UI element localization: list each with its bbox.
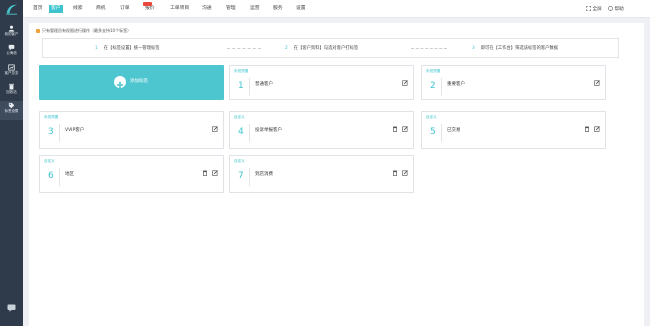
tag-number: 1 <box>238 81 244 91</box>
tag-card: 系统预置 1 普通客户 <box>229 65 414 100</box>
divider <box>249 78 250 96</box>
nav-item-communication[interactable]: 沟通 <box>200 5 214 13</box>
tag-number: 6 <box>48 171 54 181</box>
trash-icon[interactable] <box>392 170 398 176</box>
edit-icon[interactable] <box>402 170 408 176</box>
tag-name: 地区 <box>65 172 74 177</box>
main-content: 只有管理员有权限进行操作（最多支持10个标签） 1 在【标签设置】统一管理标签 2… <box>29 23 644 326</box>
chat-icon <box>8 44 15 51</box>
tag-card: 自定义 4 投诉举报客户 <box>229 111 414 149</box>
tag-type-label: 系统预置 <box>234 69 249 73</box>
tag-number: 5 <box>430 127 436 137</box>
tag-name: 已交易 <box>447 128 461 133</box>
warning-icon <box>36 29 40 33</box>
edit-icon[interactable] <box>594 126 600 132</box>
tag-number: 2 <box>430 81 436 91</box>
message-icon[interactable] <box>7 304 16 312</box>
tag-card: 系统预置 2 重要客户 <box>421 65 606 100</box>
tag-type-label: 系统预置 <box>426 69 441 73</box>
steps-guide: 1 在【标签设置】统一管理标签 2 在【客户资料】勾选对客户打标签 3 即可在【工作台… <box>42 38 619 58</box>
nav-item-customers[interactable]: 客户 <box>49 5 63 13</box>
new-badge <box>143 2 152 6</box>
sidebar-item-recycle-bin[interactable]: 回收站 <box>0 82 23 101</box>
edit-icon[interactable] <box>594 80 600 86</box>
permission-tip: 只有管理员有权限进行操作（最多支持10个标签） <box>36 28 131 34</box>
edit-icon[interactable] <box>402 126 408 132</box>
add-tag-label: 添加标签 <box>130 79 148 84</box>
tag-name: 投诉举报客户 <box>255 128 282 133</box>
nav-item-opportunities[interactable]: 商机 <box>94 5 108 13</box>
trash-icon[interactable] <box>584 126 590 132</box>
tag-card: 系统预置 3 VVIP客户 <box>39 111 224 149</box>
nav-item-tickets[interactable]: 工单项目 <box>168 5 191 13</box>
divider <box>441 124 442 142</box>
tag-name: 普通客户 <box>255 82 273 87</box>
tag-card: 自定义 6 地区 <box>39 155 224 193</box>
step-3: 3 即可在【工作台】筛选该标签的客户数据 <box>472 46 559 51</box>
tip-text: 只有管理员有权限进行操作（最多支持10个标签） <box>42 28 132 33</box>
step-1: 1 在【标签设置】统一管理标签 <box>95 46 160 51</box>
nav-item-service[interactable]: 服务 <box>271 5 285 13</box>
sidebar-item-label: 客户总览 <box>4 71 19 75</box>
fullscreen-label: 全屏 <box>592 7 602 12</box>
nav-item-management[interactable]: 管理 <box>224 5 238 13</box>
sidebar-item-label: 回收站 <box>6 90 17 94</box>
tag-name: 重要客户 <box>447 82 465 87</box>
step-arrow <box>227 48 261 49</box>
tag-type-label: 自定义 <box>426 115 437 119</box>
sidebar-item-label: 公海池 <box>6 51 17 55</box>
help-button[interactable]: 帮助 <box>608 6 624 13</box>
tag-number: 4 <box>238 127 244 137</box>
sidebar-item-public-pool[interactable]: 公海池 <box>0 43 23 62</box>
edit-icon[interactable] <box>402 80 408 86</box>
step-2: 2 在【客户资料】勾选对客户打标签 <box>285 46 359 51</box>
nav-item-operations[interactable]: 运营 <box>248 5 262 13</box>
fullscreen-button[interactable]: 全屏 <box>586 6 602 13</box>
nav-item-quotes[interactable]: 报价 <box>143 5 157 13</box>
tag-card: 自定义 7 到店消费 <box>229 155 414 193</box>
sidebar-item-label: 标签设置 <box>4 109 19 113</box>
divider <box>59 168 60 186</box>
plus-icon <box>114 76 126 89</box>
user-icon <box>8 25 15 32</box>
divider <box>249 168 250 186</box>
divider <box>249 124 250 142</box>
trash-icon <box>9 83 14 90</box>
sidebar-item-my-customers[interactable]: 我的客户 <box>0 24 23 43</box>
nav-item-home[interactable]: 首页 <box>31 5 45 13</box>
tag-number: 7 <box>238 171 244 181</box>
add-tag-button[interactable]: 添加标签 <box>39 65 224 100</box>
tag-type-label: 自定义 <box>44 159 55 163</box>
fullscreen-icon <box>586 6 591 11</box>
tag-type-label: 自定义 <box>234 115 245 119</box>
trash-icon[interactable] <box>392 126 398 132</box>
chart-icon <box>8 64 15 71</box>
tag-type-label: 系统预置 <box>44 115 59 119</box>
top-nav-bar: 首页 客户 线索 商机 订单 报价 工单项目 沟通 管理 运营 服务 设置 全屏… <box>23 0 650 18</box>
tag-type-label: 自定义 <box>234 159 245 163</box>
edit-icon[interactable] <box>212 126 218 132</box>
divider <box>441 78 442 96</box>
step-arrow <box>411 48 447 49</box>
tag-number: 3 <box>48 127 54 137</box>
tag-name: 到店消费 <box>255 172 273 177</box>
nav-item-leads[interactable]: 线索 <box>71 5 85 13</box>
tag-name: VVIP客户 <box>65 128 85 133</box>
help-icon <box>608 6 613 11</box>
divider <box>59 124 60 142</box>
sidebar-item-tag-settings[interactable]: 标签设置 <box>0 101 23 120</box>
tag-icon <box>8 102 15 109</box>
nav-item-settings[interactable]: 设置 <box>294 5 308 13</box>
nav-item-orders[interactable]: 订单 <box>118 5 132 13</box>
edit-icon[interactable] <box>212 170 218 176</box>
trash-icon[interactable] <box>202 170 208 176</box>
sidebar-item-label: 我的客户 <box>4 32 19 36</box>
tag-card: 自定义 5 已交易 <box>421 111 606 149</box>
help-label: 帮助 <box>614 7 624 12</box>
app-logo-icon[interactable] <box>4 3 19 16</box>
sidebar: 我的客户 公海池 客户总览 回收站 标签设置 <box>0 0 23 326</box>
sidebar-item-overview[interactable]: 客户总览 <box>0 63 23 82</box>
